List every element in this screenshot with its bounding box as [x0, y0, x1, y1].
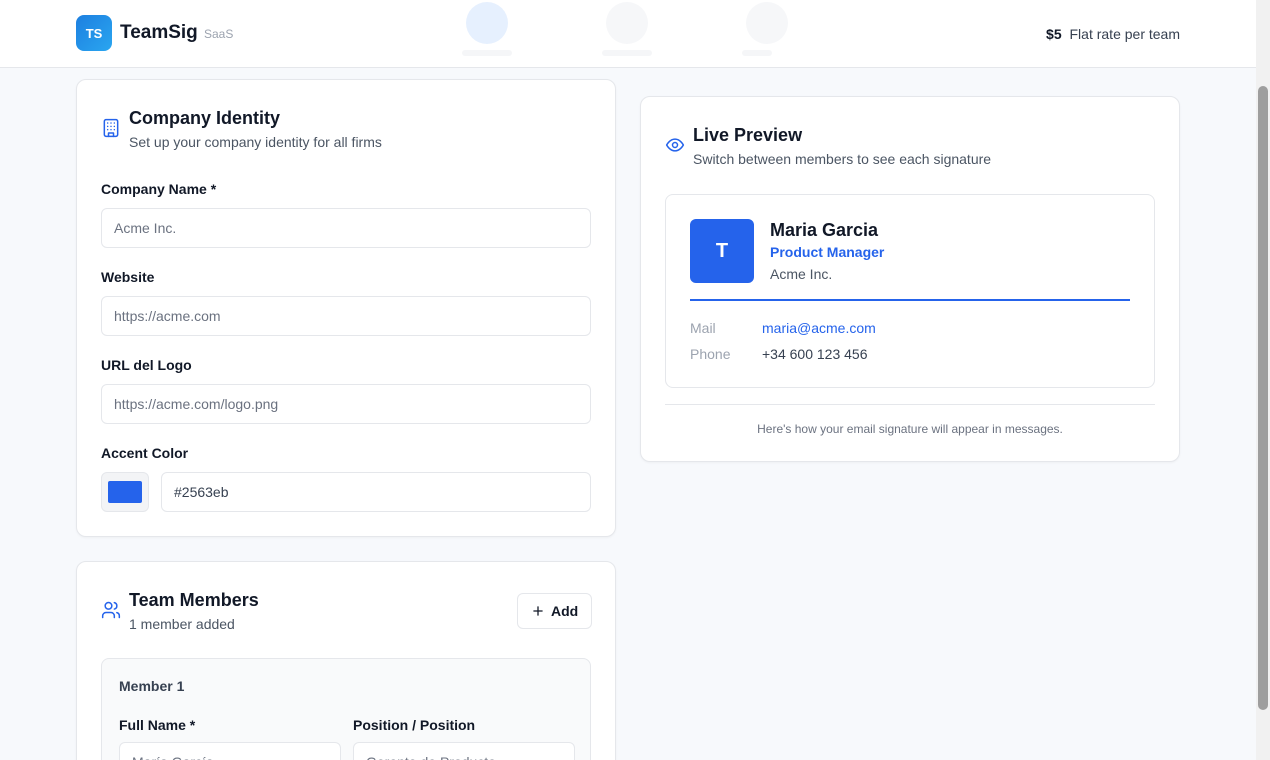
company-name-label: Company Name * [101, 181, 217, 197]
live-preview-subtitle: Switch between members to see each signa… [693, 151, 992, 167]
price-note: Flat rate per team [1069, 26, 1181, 42]
live-preview-title: Live Preview [693, 125, 803, 145]
website-input[interactable] [101, 296, 591, 336]
mail-value[interactable]: maria@acme.com [762, 320, 876, 336]
accent-color-swatch [108, 481, 142, 503]
step-dot-1[interactable] [466, 2, 508, 44]
full-name-input[interactable] [119, 742, 341, 760]
signature-preview: T Maria Garcia Product Manager Acme Inc.… [665, 194, 1155, 388]
pricing-info: $5 Flat rate per team [1046, 26, 1180, 42]
accent-color-label: Accent Color [101, 445, 189, 461]
phone-value: +34 600 123 456 [762, 346, 868, 362]
signature-company: Acme Inc. [770, 266, 833, 282]
add-member-button[interactable]: Add [517, 593, 593, 629]
add-member-label: Add [551, 603, 579, 619]
step-label-2 [602, 50, 652, 56]
step-label-1 [462, 50, 512, 56]
step-indicator [460, 0, 800, 68]
step-dot-2[interactable] [606, 2, 648, 44]
step-label-3 [742, 50, 772, 56]
brand-tag: SaaS [204, 27, 234, 41]
company-identity-subtitle: Set up your company identity for all fir… [129, 134, 382, 150]
plus-icon [533, 606, 543, 616]
brand-name[interactable]: TeamSig [120, 22, 198, 44]
price: $5 [1046, 26, 1062, 42]
signature-role: Product Manager [770, 244, 885, 260]
preview-divider [665, 404, 1155, 405]
app-header: TS TeamSig SaaS $5 Flat rate per team [0, 0, 1256, 68]
logo-badge[interactable]: TS [76, 15, 112, 51]
signature-name: Maria Garcia [770, 220, 879, 240]
mail-label: Mail [690, 320, 716, 336]
team-members-title: Team Members [129, 590, 259, 610]
step-dot-3[interactable] [746, 2, 788, 44]
live-preview-card: Live Preview Switch between members to s… [640, 96, 1180, 462]
company-identity-title: Company Identity [129, 108, 281, 128]
logo-url-input[interactable] [101, 384, 591, 424]
accent-color-input[interactable] [161, 472, 591, 512]
scrollbar-thumb[interactable] [1258, 86, 1268, 710]
signature-divider [690, 299, 1130, 301]
eye-icon [665, 138, 685, 152]
signature-avatar: T [690, 219, 754, 283]
logo-url-label: URL del Logo [101, 357, 192, 373]
position-label: Position / Position [353, 717, 476, 733]
users-icon [101, 601, 121, 619]
team-members-card: Team Members 1 member added Add Member 1… [76, 561, 616, 760]
member-entry: Member 1 Full Name * Position / Position [101, 658, 591, 760]
preview-note: Here's how your email signature will app… [757, 422, 1063, 436]
position-input[interactable] [353, 742, 575, 760]
company-name-input[interactable] [101, 208, 591, 248]
team-members-count: 1 member added [129, 616, 235, 632]
member-heading: Member 1 [119, 678, 185, 694]
company-identity-card: Company Identity Set up your company ide… [76, 79, 616, 537]
phone-label: Phone [690, 346, 731, 362]
accent-color-picker[interactable] [101, 472, 149, 512]
full-name-label: Full Name * [119, 717, 196, 733]
building-icon [103, 118, 119, 138]
website-label: Website [101, 269, 155, 285]
